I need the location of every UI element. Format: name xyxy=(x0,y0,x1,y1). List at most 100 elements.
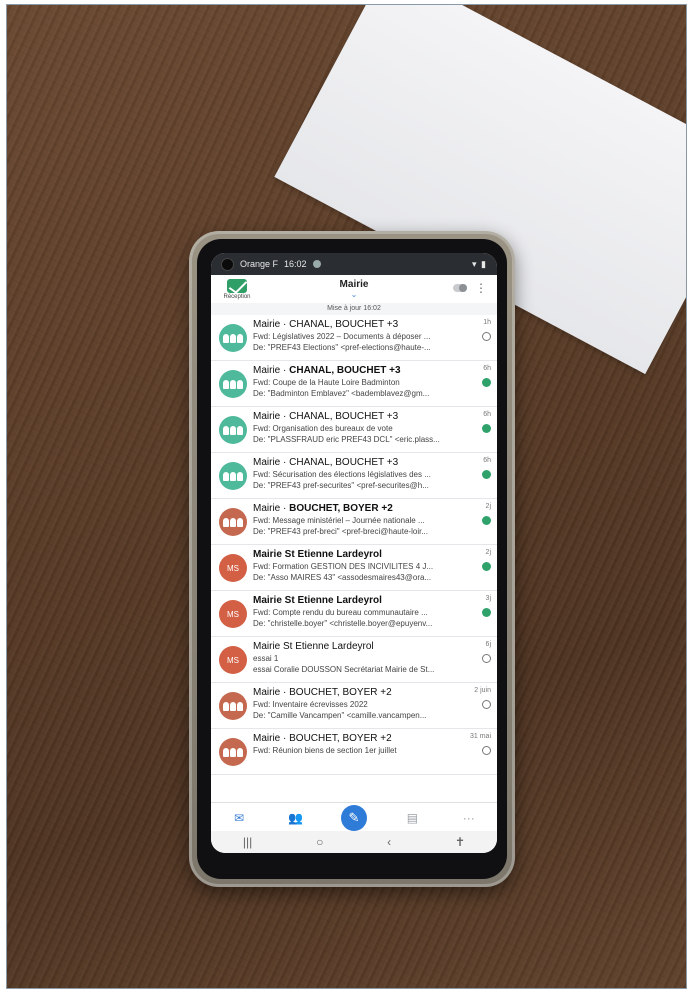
unread-dot-icon[interactable] xyxy=(482,470,491,479)
message-preview: De: "Badminton Emblavez" <bademblavez@gm… xyxy=(253,389,430,398)
group-icon xyxy=(223,379,243,389)
overflow-menu-icon[interactable]: ⋮ xyxy=(475,281,487,295)
last-updated: Mise à jour 16:02 xyxy=(211,303,497,315)
focus-toggle[interactable] xyxy=(453,284,467,292)
message-preview: De: "PREF43 Elections" <pref-elections@h… xyxy=(253,343,431,352)
message-sender: Mairie St Etienne Lardeyrol xyxy=(253,641,461,652)
message-sender: Mairie · BOUCHET, BOYER +2 xyxy=(253,687,461,698)
message-time: 3j xyxy=(485,595,491,602)
bottom-tab-bar: ✉ 👥 ✎ ▤ ··· xyxy=(211,802,497,833)
message-time: 2j xyxy=(485,549,491,556)
more-icon[interactable]: ··· xyxy=(458,807,480,829)
message-time: 6h xyxy=(483,457,491,464)
accessibility-icon[interactable]: ✝ xyxy=(455,835,465,849)
message-row[interactable]: MS Mairie St Etienne Lardeyrol Fwd: Format… xyxy=(211,545,497,591)
message-sender: Mairie · CHANAL, BOUCHET +3 xyxy=(253,365,461,376)
envelope-icon[interactable]: ✉ xyxy=(228,807,250,829)
message-sender: Mairie · BOUCHET, BOYER +2 xyxy=(253,733,461,744)
unread-dot-icon[interactable] xyxy=(482,562,491,571)
group-icon xyxy=(223,333,243,343)
message-row[interactable]: Mairie · CHANAL, BOUCHET +3 Fwd: Coupe de… xyxy=(211,361,497,407)
message-body: Mairie · CHANAL, BOUCHET +3 Fwd: Organisa… xyxy=(253,407,461,452)
message-time: 31 mai xyxy=(469,733,491,740)
message-row[interactable]: MS Mairie St Etienne Lardeyrol essai 1 essa… xyxy=(211,637,497,683)
unread-dot-icon[interactable] xyxy=(482,378,491,387)
message-preview: De: "Asso MAIRES 43" <assodesmaires43@or… xyxy=(253,573,432,582)
sender-name: CHANAL, BOUCHET +3 xyxy=(289,457,399,468)
message-body: Mairie St Etienne Lardeyrol essai 1 essai … xyxy=(253,637,461,682)
message-row[interactable]: Mairie · CHANAL, BOUCHET +3 Fwd: Organisa… xyxy=(211,407,497,453)
unread-dot-icon[interactable] xyxy=(482,608,491,617)
sender-prefix: Mairie · xyxy=(253,365,287,376)
message-row[interactable]: Mairie · BOUCHET, BOYER +2 Fwd: Réunion b… xyxy=(211,729,497,775)
unread-dot-icon[interactable] xyxy=(482,424,491,433)
sender-prefix: Mairie · xyxy=(253,733,287,744)
message-meta: 6h xyxy=(461,453,497,498)
avatar xyxy=(219,462,247,490)
message-sender: Mairie · CHANAL, BOUCHET +3 xyxy=(253,457,461,468)
avatar xyxy=(219,738,247,766)
avatar: MS xyxy=(219,600,247,628)
message-body: Mairie · CHANAL, BOUCHET +3 Fwd: Sécurisa… xyxy=(253,453,461,498)
sender-name: Mairie St Etienne Lardeyrol xyxy=(253,641,374,652)
message-time: 1h xyxy=(483,319,491,326)
message-meta: 3j xyxy=(461,591,497,636)
message-time: 6h xyxy=(483,365,491,372)
compose-icon[interactable]: ✎ xyxy=(340,805,367,831)
message-body: Mairie · BOUCHET, BOYER +2 Fwd: Réunion b… xyxy=(253,729,461,774)
message-preview: De: "Camille Vancampen" <camille.vancamp… xyxy=(253,711,427,720)
sender-name: BOUCHET, BOYER +2 xyxy=(289,687,392,698)
message-row[interactable]: Mairie · CHANAL, BOUCHET +3 Fwd: Législat… xyxy=(211,315,497,361)
read-circle-icon[interactable] xyxy=(482,700,491,709)
home-icon[interactable]: ○ xyxy=(316,835,323,849)
sender-prefix: Mairie · xyxy=(253,503,287,514)
message-row[interactable]: Mairie · BOUCHET, BOYER +2 Fwd: Message m… xyxy=(211,499,497,545)
message-subject: Fwd: Organisation des bureaux de vote xyxy=(253,424,393,433)
message-meta: 31 mai xyxy=(461,729,497,774)
avatar: MS xyxy=(219,554,247,582)
message-sender: Mairie St Etienne Lardeyrol xyxy=(253,549,461,560)
recent-apps-icon[interactable]: ||| xyxy=(243,835,252,849)
signal-battery-icon: ▾ ▮ xyxy=(472,258,487,269)
sender-name: CHANAL, BOUCHET +3 xyxy=(289,319,399,330)
sender-name: Mairie St Etienne Lardeyrol xyxy=(253,595,382,606)
message-body: Mairie St Etienne Lardeyrol Fwd: Compte r… xyxy=(253,591,461,636)
sender-prefix: Mairie · xyxy=(253,687,287,698)
group-icon xyxy=(223,747,243,757)
read-circle-icon[interactable] xyxy=(482,654,491,663)
read-circle-icon[interactable] xyxy=(482,332,491,341)
sender-prefix: Mairie · xyxy=(253,319,287,330)
avatar xyxy=(219,508,247,536)
read-circle-icon[interactable] xyxy=(482,746,491,755)
clipboard-icon[interactable]: ▤ xyxy=(401,807,423,829)
message-list[interactable]: Mairie · CHANAL, BOUCHET +3 Fwd: Législat… xyxy=(211,315,497,809)
unread-dot-icon[interactable] xyxy=(482,516,491,525)
message-body: Mairie · BOUCHET, BOYER +2 Fwd: Message m… xyxy=(253,499,461,544)
front-camera xyxy=(221,257,234,271)
back-icon[interactable]: ‹ xyxy=(387,835,391,849)
message-row[interactable]: Mairie · BOUCHET, BOYER +2 Fwd: Inventair… xyxy=(211,683,497,729)
phone-bezel: Orange F 16:02 ▾ ▮ Réception Mairie ⌄ ⋮ … xyxy=(197,239,507,879)
avatar xyxy=(219,370,247,398)
sender-name: Mairie St Etienne Lardeyrol xyxy=(253,549,382,560)
message-sender: Mairie · CHANAL, BOUCHET +3 xyxy=(253,411,461,422)
app-bar: Réception Mairie ⌄ ⋮ xyxy=(211,275,497,303)
message-subject: Fwd: Formation GESTION DES INCIVILITES 4… xyxy=(253,562,434,571)
sender-name: BOUCHET, BOYER +2 xyxy=(289,503,393,514)
people-icon[interactable]: 👥 xyxy=(285,807,307,829)
message-meta: 2j xyxy=(461,499,497,544)
message-row[interactable]: MS Mairie St Etienne Lardeyrol Fwd: Compte… xyxy=(211,591,497,637)
sender-prefix: Mairie · xyxy=(253,411,287,422)
message-row[interactable]: Mairie · CHANAL, BOUCHET +3 Fwd: Sécurisa… xyxy=(211,453,497,499)
message-preview: essai Coralie DOUSSON Secrétariat Mairie… xyxy=(253,665,435,674)
phone-screen: Orange F 16:02 ▾ ▮ Réception Mairie ⌄ ⋮ … xyxy=(211,253,497,853)
message-body: Mairie · CHANAL, BOUCHET +3 Fwd: Coupe de… xyxy=(253,361,461,406)
message-subject: Fwd: Compte rendu du bureau communautair… xyxy=(253,608,428,617)
message-subject: Fwd: Inventaire écrevisses 2022 xyxy=(253,700,368,709)
group-icon xyxy=(223,425,243,435)
message-meta: 2j xyxy=(461,545,497,590)
group-icon xyxy=(223,471,243,481)
message-time: 2 juin xyxy=(474,687,491,694)
message-subject: Fwd: Message ministériel – Journée natio… xyxy=(253,516,425,525)
message-meta: 2 juin xyxy=(461,683,497,728)
